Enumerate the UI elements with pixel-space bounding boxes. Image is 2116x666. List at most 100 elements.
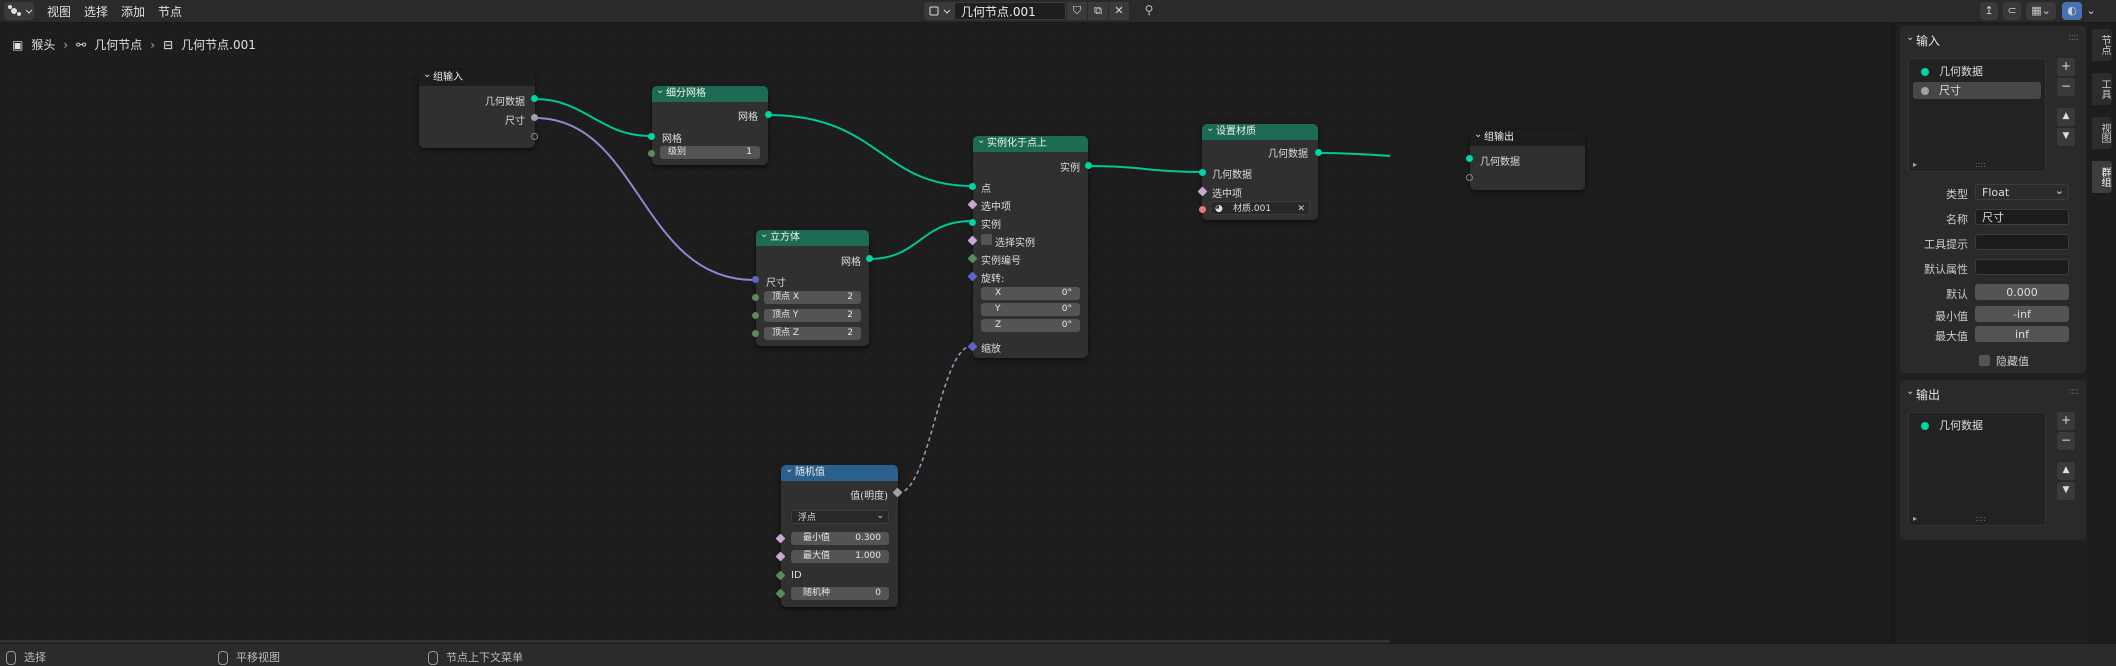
node-instance-on-points[interactable]: 实例化于点上 实例 点 选中项 实例 选择实例 实例编号 旋转: X 0° Y … bbox=[973, 133, 1088, 358]
output-socket-geometry[interactable] bbox=[1315, 149, 1322, 156]
list-item[interactable]: 几何数据 bbox=[1913, 63, 2041, 80]
input-socket-virtual[interactable] bbox=[1466, 174, 1473, 181]
output-socket-mesh[interactable] bbox=[866, 255, 873, 262]
list-item-label: 几何数据 bbox=[1939, 419, 1983, 432]
resize-handle-icon[interactable]: :::: bbox=[1975, 514, 1986, 523]
material-selector[interactable]: ◕ 材质.001 ✕ bbox=[1210, 201, 1310, 215]
rotation-z-field[interactable]: Z 0° bbox=[981, 319, 1080, 332]
vertices-y-field[interactable]: 顶点 Y 2 bbox=[764, 309, 861, 322]
chevron-down-icon[interactable]: ⌄ bbox=[1906, 386, 1914, 397]
min-field[interactable]: 最小值 0.300 bbox=[791, 532, 889, 545]
overlay-dropdown-icon[interactable]: ⌄ bbox=[2084, 2, 2098, 20]
node-subdivide-mesh[interactable]: 细分网格 网格 网格 级别 1 bbox=[652, 83, 768, 165]
tooltip-field[interactable] bbox=[1975, 234, 2069, 250]
socket-label: 实例编号 bbox=[981, 256, 1021, 267]
list-item[interactable]: 尺寸 bbox=[1913, 82, 2041, 99]
input-socket-geometry[interactable] bbox=[1466, 155, 1473, 162]
field-label: 顶点 Z bbox=[772, 328, 800, 338]
tab-view[interactable]: 视图 bbox=[2092, 117, 2112, 149]
rotation-x-field[interactable]: X 0° bbox=[981, 287, 1080, 300]
data-type-value: 浮点 bbox=[798, 513, 817, 523]
max-field[interactable]: 最大值 1.000 bbox=[791, 550, 889, 563]
input-socket-instance[interactable] bbox=[969, 219, 976, 226]
socket-label: 实例 bbox=[1060, 163, 1080, 174]
remove-output-button[interactable]: − bbox=[2057, 432, 2075, 450]
drag-handle-icon[interactable]: :::: bbox=[2069, 386, 2080, 397]
max-value-field[interactable]: inf bbox=[1975, 326, 2069, 342]
field-label: 随机种 bbox=[803, 588, 831, 598]
default-attribute-field[interactable] bbox=[1975, 259, 2069, 275]
node-random-value[interactable]: 随机值 值(明度) 浮点 ⌄ 最小值 0.300 最大值 1.000 ID 随机… bbox=[781, 462, 898, 607]
data-type-dropdown[interactable]: 浮点 ⌄ bbox=[791, 510, 889, 524]
output-socket-mesh[interactable] bbox=[765, 111, 772, 118]
outputs-panel: ⌄ 输出 :::: 几何数据 ▸ :::: + − ▲ ▼ bbox=[1900, 380, 2086, 540]
field-label: Z bbox=[995, 320, 1002, 330]
vertices-x-field[interactable]: 顶点 X 2 bbox=[764, 291, 861, 304]
input-socket-vertices-z[interactable] bbox=[752, 330, 759, 337]
node-group-input[interactable]: 组输入 几何数据 尺寸 bbox=[419, 67, 535, 148]
inputs-panel-title[interactable]: 输入 bbox=[1916, 32, 1940, 49]
overlay-icon[interactable]: ◐ bbox=[2062, 2, 2082, 20]
input-socket-points[interactable] bbox=[969, 183, 976, 190]
move-down-button[interactable]: ▼ bbox=[2057, 482, 2075, 500]
input-socket-geometry[interactable] bbox=[1199, 169, 1206, 176]
drag-handle-icon[interactable]: :::: bbox=[2069, 32, 2080, 43]
output-socket-size[interactable] bbox=[531, 114, 538, 121]
outputs-list[interactable]: 几何数据 ▸ :::: bbox=[1908, 412, 2046, 526]
remove-input-button[interactable]: − bbox=[2057, 78, 2075, 96]
tab-tool[interactable]: 工具 bbox=[2092, 73, 2112, 105]
snap-element-icon[interactable]: ▦⌄ bbox=[2026, 2, 2056, 20]
type-dropdown[interactable]: Float ⌄ bbox=[1975, 184, 2069, 200]
tab-group[interactable]: 群组 bbox=[2092, 161, 2112, 193]
status-left: 选择 bbox=[6, 649, 46, 665]
pick-instance-checkbox[interactable] bbox=[981, 234, 992, 245]
input-socket-vertices-y[interactable] bbox=[752, 312, 759, 319]
seed-field[interactable]: 随机种 0 bbox=[791, 587, 889, 600]
node-cube[interactable]: 立方体 网格 尺寸 顶点 X 2 顶点 Y 2 顶点 Z 2 bbox=[756, 227, 869, 346]
level-field[interactable]: 级别 1 bbox=[660, 146, 760, 159]
inputs-list[interactable]: 几何数据 尺寸 ▸ :::: bbox=[1908, 58, 2046, 172]
input-socket-level[interactable] bbox=[648, 150, 655, 157]
output-socket-geometry[interactable] bbox=[531, 95, 538, 102]
expand-filter-icon[interactable]: ▸ bbox=[1913, 514, 1917, 523]
socket-label: 几何数据 bbox=[1480, 157, 1520, 168]
rotation-y-field[interactable]: Y 0° bbox=[981, 303, 1080, 316]
expand-filter-icon[interactable]: ▸ bbox=[1913, 160, 1917, 169]
node-title: 立方体 bbox=[756, 227, 869, 246]
field-label: 最大值 bbox=[803, 551, 831, 561]
add-input-button[interactable]: + bbox=[2057, 58, 2075, 76]
status-middle: 平移视图 bbox=[218, 649, 280, 665]
link-instances-to-material bbox=[1087, 165, 1204, 173]
input-socket-size[interactable] bbox=[752, 276, 759, 283]
output-socket-instances[interactable] bbox=[1085, 162, 1092, 169]
snap-icon[interactable]: ⊂ bbox=[2003, 2, 2021, 20]
socket-label: 几何数据 bbox=[485, 97, 525, 108]
hide-value-checkbox[interactable] bbox=[1979, 355, 1990, 366]
move-up-button[interactable]: ▲ bbox=[2057, 108, 2075, 126]
outputs-panel-title[interactable]: 输出 bbox=[1916, 386, 1940, 403]
name-field[interactable]: 尺寸 bbox=[1975, 209, 2069, 225]
move-up-button[interactable]: ▲ bbox=[2057, 462, 2075, 480]
sidebar-group-panel: ⌄ 输入 :::: 几何数据 尺寸 ▸ :::: + − ▲ ▼ 类型 Floa… bbox=[1896, 23, 2088, 643]
min-label: 最小值 bbox=[1935, 310, 1968, 323]
output-socket-virtual[interactable] bbox=[531, 133, 538, 140]
min-value-field[interactable]: -inf bbox=[1975, 306, 2069, 322]
socket-label: 实例 bbox=[981, 220, 1001, 231]
input-socket-material[interactable] bbox=[1199, 206, 1206, 213]
vertices-z-field[interactable]: 顶点 Z 2 bbox=[764, 327, 861, 340]
input-socket-vertices-x[interactable] bbox=[752, 294, 759, 301]
node-set-material[interactable]: 设置材质 几何数据 几何数据 选中项 ◕ 材质.001 ✕ bbox=[1202, 121, 1318, 220]
node-group-output[interactable]: 组输出 几何数据 bbox=[1470, 127, 1585, 190]
default-value-field[interactable]: 0.000 bbox=[1975, 284, 2069, 300]
socket-label: 缩放 bbox=[981, 344, 1001, 355]
chevron-down-icon[interactable]: ⌄ bbox=[1906, 32, 1914, 43]
list-item[interactable]: 几何数据 bbox=[1913, 417, 2041, 434]
resize-handle-icon[interactable]: :::: bbox=[1975, 160, 1986, 169]
status-right: 节点上下文菜单 bbox=[428, 649, 523, 665]
input-socket-mesh[interactable] bbox=[648, 133, 655, 140]
parent-node-tree-icon[interactable]: ↥ bbox=[1980, 2, 1998, 20]
clear-material-icon[interactable]: ✕ bbox=[1297, 202, 1305, 216]
move-down-button[interactable]: ▼ bbox=[2057, 128, 2075, 146]
add-output-button[interactable]: + bbox=[2057, 412, 2075, 430]
tab-node[interactable]: 节点 bbox=[2092, 29, 2112, 61]
